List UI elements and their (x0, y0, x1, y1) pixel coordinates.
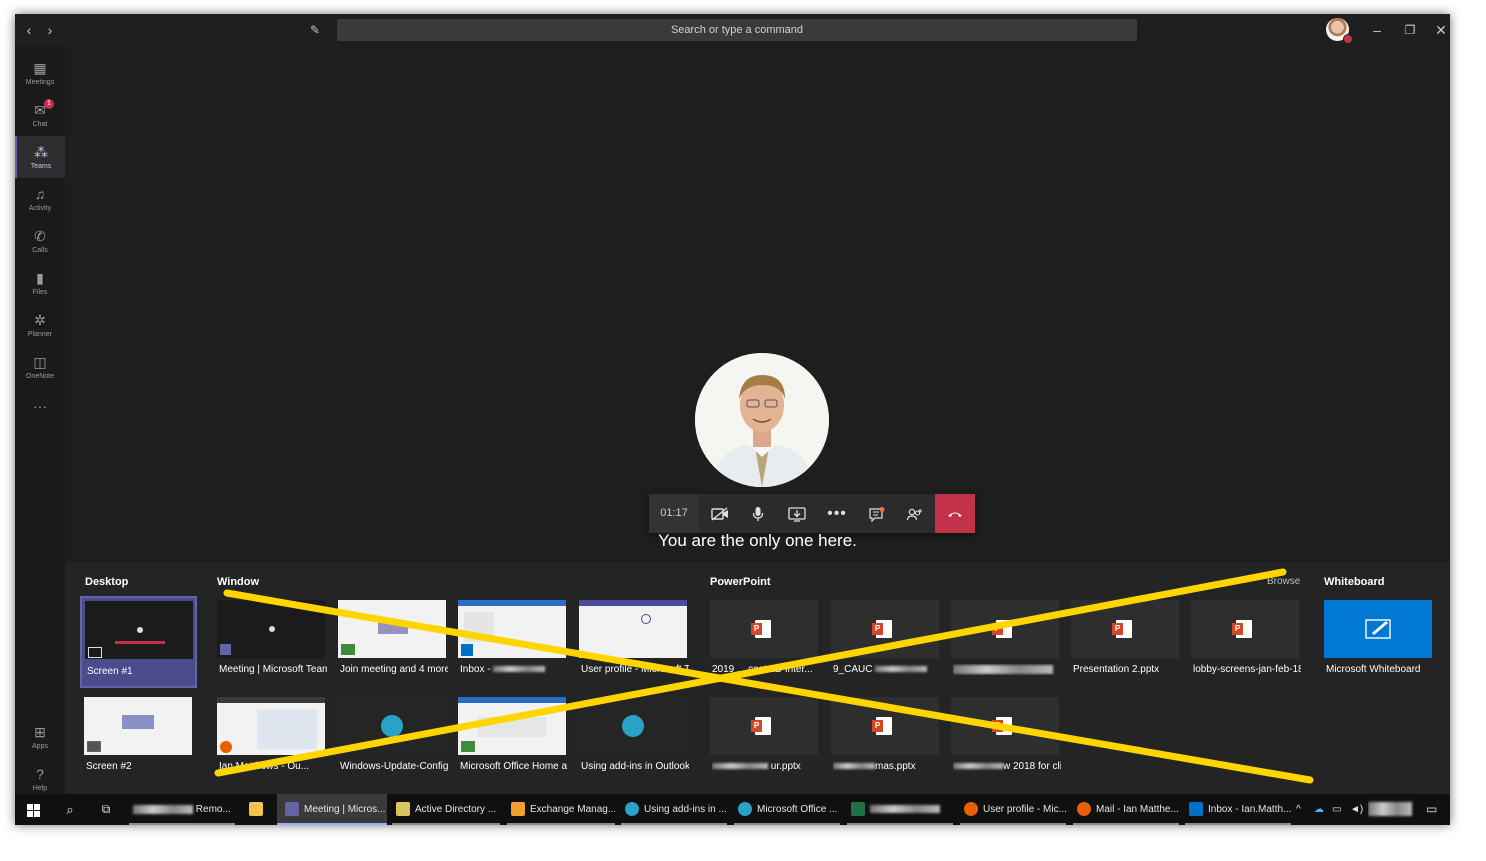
teams-window: ‹ › ✎ Search or type a command – ❐ ✕ ▦ M… (15, 14, 1450, 825)
cross-line-1 (223, 589, 1314, 784)
cross-line-2 (214, 568, 1287, 777)
cross-out-annotation (214, 568, 1314, 784)
